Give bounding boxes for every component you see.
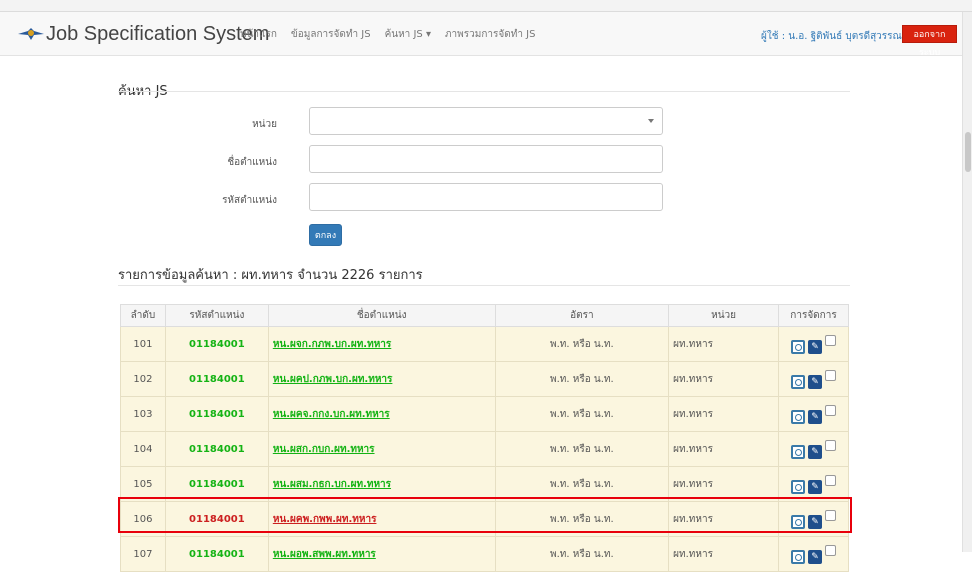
view-icon[interactable] (791, 339, 805, 354)
row-unit: ผท.ทหาร (668, 326, 779, 362)
select-checkbox[interactable] (825, 335, 836, 346)
chevron-down-icon (648, 119, 654, 123)
scroll-thumb[interactable] (965, 132, 971, 172)
edit-icon[interactable]: ✎ (808, 409, 822, 424)
user-info[interactable]: ผู้ใช้ : น.อ. ฐิติพันธ์ บุตรดีสุวรรณ (761, 29, 902, 44)
header-rate[interactable]: อัตรา (494, 304, 670, 327)
row-code: 01184001 (164, 431, 269, 467)
row-rate: พ.ท. หรือ น.ท. (494, 536, 670, 572)
table-row: 101 01184001 หน.ผจก.กภพ.บก.ผท.ทหาร พ.ท. … (120, 326, 849, 362)
select-checkbox[interactable] (825, 475, 836, 486)
row-no: 104 (120, 431, 166, 467)
table-row: 107 01184001 หน.ผอพ.สพพ.ผท.ทหาร พ.ท. หรื… (120, 536, 849, 572)
row-code: 01184001 (164, 396, 269, 432)
row-name-link[interactable]: หน.ผคจ.กกง.บก.ผท.ทหาร (267, 396, 496, 432)
row-no: 102 (120, 361, 166, 397)
edit-icon[interactable]: ✎ (808, 374, 822, 389)
row-actions: ✎ (778, 396, 849, 432)
table-row: 104 01184001 หน.ผสก.กบก.ผท.ทหาร พ.ท. หรื… (120, 431, 849, 467)
position-name-label: ชื่อตำแหน่ง (227, 157, 277, 168)
header-name[interactable]: ชื่อตำแหน่ง (267, 304, 496, 327)
row-rate: พ.ท. หรือ น.ท. (494, 396, 670, 432)
select-checkbox[interactable] (825, 370, 836, 381)
row-name-link[interactable]: หน.ผจก.กภพ.บก.ผท.ทหาร (267, 326, 496, 362)
row-name-link[interactable]: หน.ผสก.กบก.ผท.ทหาร (267, 431, 496, 467)
view-icon[interactable] (791, 479, 805, 494)
logout-button[interactable]: ออกจากระบบ (902, 25, 957, 58)
header-actions: การจัดการ (778, 304, 849, 327)
nav-link-search-js[interactable]: ค้นหา JS ▾ (385, 27, 431, 42)
edit-icon[interactable]: ✎ (808, 479, 822, 494)
row-highlight-annotation (118, 497, 852, 533)
edit-icon[interactable]: ✎ (808, 339, 822, 354)
navbar: Job Specification System หน้าแรก ข้อมูลก… (0, 12, 962, 58)
row-rate: พ.ท. หรือ น.ท. (494, 326, 670, 362)
wings-logo-icon (18, 25, 44, 43)
row-code: 01184001 (164, 361, 269, 397)
view-icon[interactable] (791, 444, 805, 459)
row-actions: ✎ (778, 431, 849, 467)
row-no: 101 (120, 326, 166, 362)
row-name-link[interactable]: หน.ผคป.กภพ.บก.ผท.ทหาร (267, 361, 496, 397)
row-code: 01184001 (164, 536, 269, 572)
select-checkbox[interactable] (825, 405, 836, 416)
divider (118, 91, 850, 92)
divider (118, 285, 850, 286)
brand[interactable]: Job Specification System (18, 22, 269, 46)
position-code-label: รหัสตำแหน่ง (222, 195, 277, 206)
row-no: 107 (120, 536, 166, 572)
row-actions: ✎ (778, 361, 849, 397)
position-name-input[interactable] (309, 145, 663, 173)
position-code-input[interactable] (309, 183, 663, 211)
nav-links: หน้าแรก ข้อมูลการจัดทำ JS ค้นหา JS ▾ ภาพ… (240, 27, 535, 42)
header-code[interactable]: รหัสตำแหน่ง (164, 304, 269, 327)
row-actions: ✎ (778, 536, 849, 572)
row-name-link[interactable]: หน.ผอพ.สพพ.ผท.ทหาร (267, 536, 496, 572)
view-icon[interactable] (791, 409, 805, 424)
nav-link-js-overview[interactable]: ภาพรวมการจัดทำ JS (445, 27, 535, 42)
nav-link-home[interactable]: หน้าแรก (240, 27, 277, 42)
nav-link-js-data[interactable]: ข้อมูลการจัดทำ JS (291, 27, 371, 42)
view-icon[interactable] (791, 374, 805, 389)
header-unit[interactable]: หน่วย (668, 304, 779, 327)
scrollbar[interactable] (962, 12, 972, 552)
table-row: 103 01184001 หน.ผคจ.กกง.บก.ผท.ทหาร พ.ท. … (120, 396, 849, 432)
row-rate: พ.ท. หรือ น.ท. (494, 431, 670, 467)
select-checkbox[interactable] (825, 440, 836, 451)
submit-button[interactable]: ตกลง (309, 224, 342, 246)
table-row: 102 01184001 หน.ผคป.กภพ.บก.ผท.ทหาร พ.ท. … (120, 361, 849, 397)
row-code: 01184001 (164, 326, 269, 362)
row-unit: ผท.ทหาร (668, 431, 779, 467)
unit-select[interactable] (309, 107, 663, 135)
header-no[interactable]: ลำดับ (120, 304, 166, 327)
select-checkbox[interactable] (825, 545, 836, 556)
row-rate: พ.ท. หรือ น.ท. (494, 361, 670, 397)
results-title: รายการข้อมูลค้นหา : ผท.ทหาร จำนวน 2226 ร… (118, 268, 423, 283)
row-unit: ผท.ทหาร (668, 396, 779, 432)
edit-icon[interactable]: ✎ (808, 444, 822, 459)
browser-top-strip (0, 0, 972, 12)
row-unit: ผท.ทหาร (668, 361, 779, 397)
unit-label: หน่วย (252, 119, 277, 130)
row-unit: ผท.ทหาร (668, 536, 779, 572)
row-no: 103 (120, 396, 166, 432)
brand-title: Job Specification System (46, 22, 270, 45)
row-actions: ✎ (778, 326, 849, 362)
